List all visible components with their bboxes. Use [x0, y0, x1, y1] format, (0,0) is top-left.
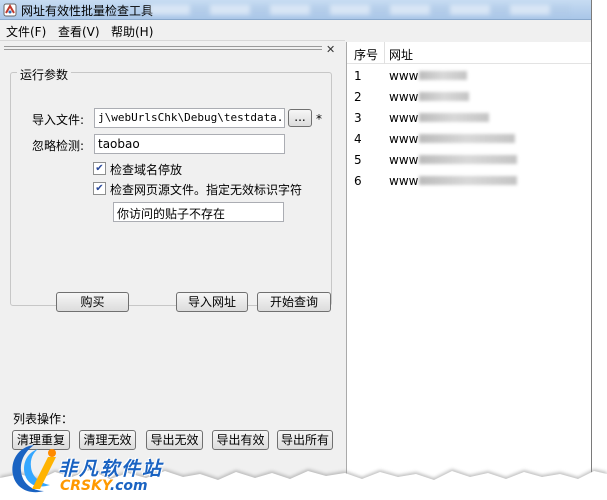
ignore-label: 忽略检测:	[32, 139, 85, 153]
ignore-input[interactable]: taobao	[94, 134, 285, 154]
watermark-brand-cn: 非凡软件站	[58, 458, 164, 480]
browse-button[interactable]: ...	[288, 109, 312, 127]
panel-grip-line	[4, 49, 322, 50]
url-redaction	[419, 71, 467, 80]
required-mark: *	[316, 112, 322, 126]
left-panel: ✕ 运行参数 导入文件: j\webUrlsChk\Debug\testdata…	[0, 42, 345, 484]
column-header-index[interactable]: 序号	[354, 46, 378, 63]
menu-view[interactable]: 查看(V)	[58, 23, 100, 40]
list-row[interactable]: 3 www	[347, 107, 591, 128]
row-url: www	[389, 111, 419, 125]
watermark-brand-en: CRSKY.com	[60, 478, 148, 494]
list-row[interactable]: 5 www	[347, 149, 591, 170]
params-group-title: 运行参数	[17, 66, 72, 83]
import-file-label: 导入文件:	[32, 113, 85, 127]
watermark-logo: 非凡软件站 CRSKY.com	[0, 437, 175, 500]
row-url: www	[389, 174, 419, 188]
row-url: www	[389, 90, 419, 104]
menu-bar: 文件(F) 查看(V) 帮助(H)	[0, 21, 345, 41]
row-index: 2	[354, 90, 362, 104]
title-bar-background-blur	[150, 5, 570, 15]
column-header-url[interactable]: 网址	[389, 46, 413, 63]
close-icon[interactable]: ✕	[326, 43, 335, 56]
window-title: 网址有效性批量检查工具	[21, 4, 154, 18]
menu-help[interactable]: 帮助(H)	[111, 23, 153, 40]
buy-button[interactable]: 购买	[56, 292, 129, 312]
row-url: www	[389, 153, 419, 167]
menu-file[interactable]: 文件(F)	[6, 23, 46, 40]
url-redaction	[419, 155, 517, 164]
row-index: 6	[354, 174, 362, 188]
watermark-brand-name: CRSKY	[60, 478, 110, 494]
check-domain-checkbox[interactable]: ✔	[93, 162, 106, 175]
results-list[interactable]: 序号 网址 1 www 2 www 3 www 4 www 5 www 6 ww…	[346, 42, 591, 484]
url-redaction	[419, 113, 489, 122]
title-bar[interactable]: 网址有效性批量检查工具	[0, 0, 591, 20]
row-index: 3	[354, 111, 362, 125]
check-source-label: 检查网页源文件。指定无效标识字符	[110, 183, 303, 197]
invalid-marker-input[interactable]: 你访问的贴子不存在	[113, 202, 284, 222]
check-domain-label: 检查域名停放	[110, 163, 183, 177]
panel-grip-line	[4, 46, 322, 47]
watermark-brand-tld: .com	[109, 478, 148, 494]
row-index: 5	[354, 153, 362, 167]
import-file-input[interactable]: j\webUrlsChk\Debug\testdata.txt	[94, 108, 285, 128]
list-row[interactable]: 6 www	[347, 170, 591, 191]
list-row[interactable]: 2 www	[347, 86, 591, 107]
app-icon	[3, 3, 17, 17]
crsky-logo-icon	[12, 445, 56, 493]
import-urls-button[interactable]: 导入网址	[176, 292, 248, 312]
app-window: 网址有效性批量检查工具 文件(F) 查看(V) 帮助(H) ✕ 运行参数 导入文…	[0, 0, 592, 484]
list-header: 序号 网址	[347, 42, 591, 64]
row-index: 4	[354, 132, 362, 146]
list-ops-label: 列表操作：	[13, 412, 74, 426]
url-redaction	[419, 134, 515, 143]
check-source-checkbox[interactable]: ✔	[93, 182, 106, 195]
start-query-button[interactable]: 开始查询	[257, 292, 331, 312]
list-row[interactable]: 1 www	[347, 65, 591, 86]
export-all-button[interactable]: 导出所有	[277, 430, 333, 450]
row-url: www	[389, 132, 419, 146]
row-index: 1	[354, 69, 362, 83]
list-row[interactable]: 4 www	[347, 128, 591, 149]
url-redaction	[419, 176, 517, 185]
row-url: www	[389, 69, 419, 83]
export-valid-button[interactable]: 导出有效	[212, 430, 269, 450]
url-redaction	[419, 92, 469, 101]
column-separator[interactable]	[384, 42, 385, 64]
